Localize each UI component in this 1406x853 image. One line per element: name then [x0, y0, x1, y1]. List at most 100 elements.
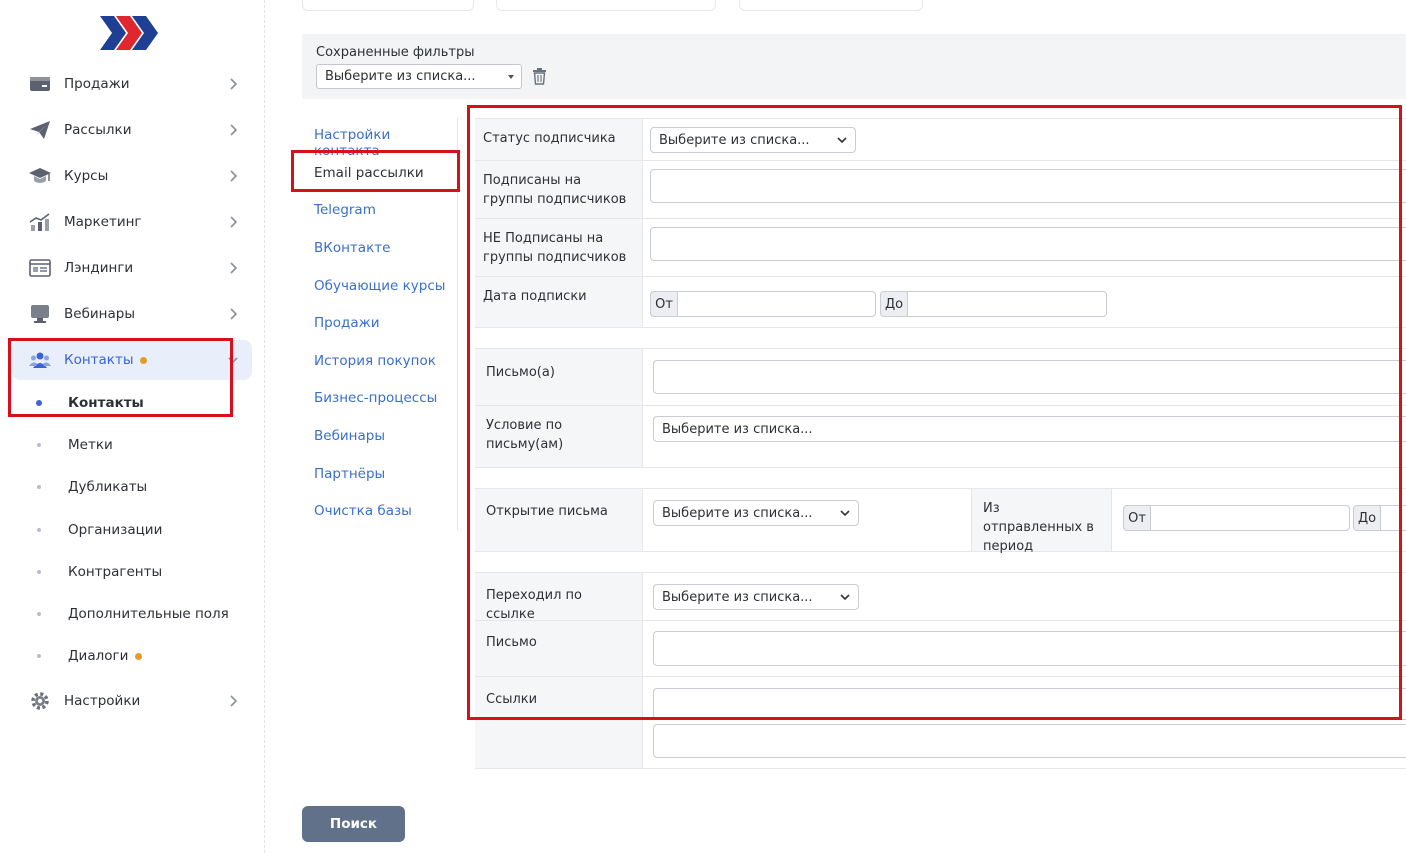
- letter-condition-label: Условие по письму(ам): [475, 406, 643, 467]
- sidebar-item-webinars[interactable]: Вебинары: [12, 294, 252, 334]
- sidebar-item-contacts[interactable]: Контакты: [12, 340, 252, 380]
- sidebar-item-sales[interactable]: Продажи: [12, 64, 252, 104]
- date-from-addon: От: [650, 291, 678, 317]
- filter-menu-webinars[interactable]: Вебинары: [314, 428, 385, 444]
- row-value: [643, 219, 1406, 276]
- sidebar: Продажи Рассылки Курсы Маркетинг Лэндинг…: [0, 0, 265, 853]
- sidebar-item-landings[interactable]: Лэндинги: [12, 248, 252, 288]
- sidebar-item-marketing[interactable]: Маркетинг: [12, 202, 252, 242]
- saved-filters-select-value: Выберите из списка...: [325, 69, 476, 84]
- subscription-date-from-input[interactable]: [677, 291, 876, 317]
- chevron-down-icon: [840, 594, 850, 601]
- bullet: [37, 443, 41, 447]
- sidebar-subitem-label: Контрагенты: [68, 564, 163, 580]
- row-value: Выберите из списка...: [643, 406, 1406, 467]
- sidebar-item-mailings[interactable]: Рассылки: [12, 110, 252, 150]
- sidebar-item-courses[interactable]: Курсы: [12, 156, 252, 196]
- notification-dot: [135, 652, 143, 660]
- top-tab[interactable]: [739, 0, 923, 11]
- sidebar-subitem-label: Организации: [68, 522, 163, 538]
- row-not-subscribed-groups: НЕ Подписаны на группы подписчиков: [475, 218, 1406, 276]
- chevron-right-icon: [230, 695, 238, 707]
- not-subscribed-groups-input[interactable]: [650, 227, 1406, 261]
- chevron-right-icon: [230, 262, 238, 274]
- sidebar-item-label: Рассылки: [64, 122, 132, 138]
- subscription-date-to-input[interactable]: [907, 291, 1107, 317]
- filter-menu-business-processes[interactable]: Бизнес-процессы: [314, 390, 437, 406]
- logo[interactable]: [100, 14, 160, 54]
- sidebar-item-label: Вебинары: [64, 306, 135, 322]
- sidebar-subitem-label: Дубликаты: [68, 479, 148, 495]
- trash-icon[interactable]: [532, 67, 547, 85]
- row-value: [643, 161, 1406, 218]
- subscribed-groups-input[interactable]: [650, 169, 1406, 203]
- sidebar-item-label: Лэндинги: [64, 260, 134, 276]
- row-value: [643, 677, 1406, 768]
- sidebar-subitem-dialogs[interactable]: Диалоги: [37, 645, 247, 667]
- chevron-right-icon: [230, 124, 238, 136]
- gear-icon: [31, 692, 49, 710]
- sidebar-item-settings[interactable]: Настройки: [12, 681, 252, 721]
- row-link-click: Переходил по ссылке Выберите из списка..…: [475, 572, 1406, 622]
- filter-menu-email-mailings[interactable]: Email рассылки: [314, 165, 424, 181]
- filter-menu-sales[interactable]: Продажи: [314, 315, 380, 331]
- filter-menu-partners[interactable]: Партнёры: [314, 466, 385, 482]
- filter-menu-vkontakte[interactable]: ВКонтакте: [314, 240, 390, 256]
- search-button[interactable]: Поиск: [302, 806, 405, 842]
- bar-chart-icon: [29, 213, 50, 231]
- sidebar-subitem-contacts[interactable]: Контакты: [36, 392, 247, 414]
- monitor-icon: [31, 305, 49, 323]
- chevron-right-icon: [230, 216, 238, 228]
- sidebar-item-label: Продажи: [64, 76, 130, 92]
- sidebar-subitem-counterparties[interactable]: Контрагенты: [37, 561, 247, 583]
- sidebar-subitem-label-wrap: Диалоги: [68, 648, 143, 664]
- sent-period-to-input[interactable]: [1380, 505, 1406, 531]
- top-tab[interactable]: [302, 0, 474, 11]
- row-letter-condition: Условие по письму(ам) Выберите из списка…: [475, 405, 1406, 468]
- sidebar-subitem-extra-fields[interactable]: Дополнительные поля: [37, 603, 247, 625]
- links-input-1[interactable]: [653, 688, 1406, 720]
- landing-page-icon: [29, 259, 51, 277]
- filter-menu-contact-settings[interactable]: Настройки контакта: [314, 127, 457, 159]
- chevron-right-icon: [230, 170, 238, 182]
- filter-menu-telegram[interactable]: Telegram: [314, 202, 376, 218]
- link-click-label: Переходил по ссылке: [475, 573, 643, 622]
- bullet: [37, 485, 41, 489]
- letter-open-select[interactable]: Выберите из списка...: [653, 500, 859, 526]
- row-value: [643, 349, 1406, 405]
- letter-label: Письмо: [475, 621, 643, 676]
- row-value: Выберите из списка... Из отправленных в …: [643, 489, 1406, 554]
- sidebar-subitem-organizations[interactable]: Организации: [37, 519, 247, 541]
- sidebar-subitem-label: Диалоги: [68, 648, 129, 664]
- subscriber-status-select[interactable]: Выберите из списка...: [650, 127, 856, 153]
- chevron-down-icon: [837, 137, 847, 144]
- sent-period-from-input[interactable]: [1150, 505, 1350, 531]
- sidebar-subitem-tags[interactable]: Метки: [37, 434, 247, 456]
- top-tab[interactable]: [496, 0, 716, 11]
- notification-dot: [140, 356, 148, 364]
- filter-menu-courses[interactable]: Обучающие курсы: [314, 278, 445, 294]
- row-letter-open: Открытие письма Выберите из списка... Из…: [475, 488, 1406, 554]
- row-subscriber-status: Статус подписчика Выберите из списка...: [475, 118, 1406, 160]
- sidebar-subitem-duplicates[interactable]: Дубликаты: [37, 476, 247, 498]
- filter-menu-database-cleanup[interactable]: Очистка базы: [314, 503, 412, 519]
- saved-filters-select[interactable]: Выберите из списка...: [316, 64, 522, 89]
- letter-condition-select[interactable]: Выберите из списка...: [653, 416, 1406, 442]
- select-value: Выберите из списка...: [659, 132, 810, 148]
- saved-filters-label: Сохраненные фильтры: [316, 45, 475, 60]
- links-input-2[interactable]: [653, 724, 1406, 758]
- date-to-addon: До: [880, 291, 908, 317]
- subscription-date-label: Дата подписки: [475, 277, 643, 327]
- row-letters: Письмо(а): [475, 348, 1406, 405]
- filter-menu-purchase-history[interactable]: История покупок: [314, 353, 436, 369]
- sidebar-subitem-label: Дополнительные поля: [68, 606, 229, 622]
- letters-input[interactable]: [653, 360, 1406, 394]
- letter-input[interactable]: [653, 631, 1406, 666]
- sidebar-item-label-wrap: Контакты: [64, 352, 148, 368]
- sidebar-item-label: Контакты: [64, 352, 134, 368]
- link-click-select[interactable]: Выберите из списка...: [653, 584, 859, 610]
- row-value: От До: [643, 277, 1406, 327]
- row-value: Выберите из списка...: [643, 119, 1406, 160]
- sidebar-item-label: Настройки: [64, 693, 141, 709]
- links-label: Ссылки: [475, 677, 643, 768]
